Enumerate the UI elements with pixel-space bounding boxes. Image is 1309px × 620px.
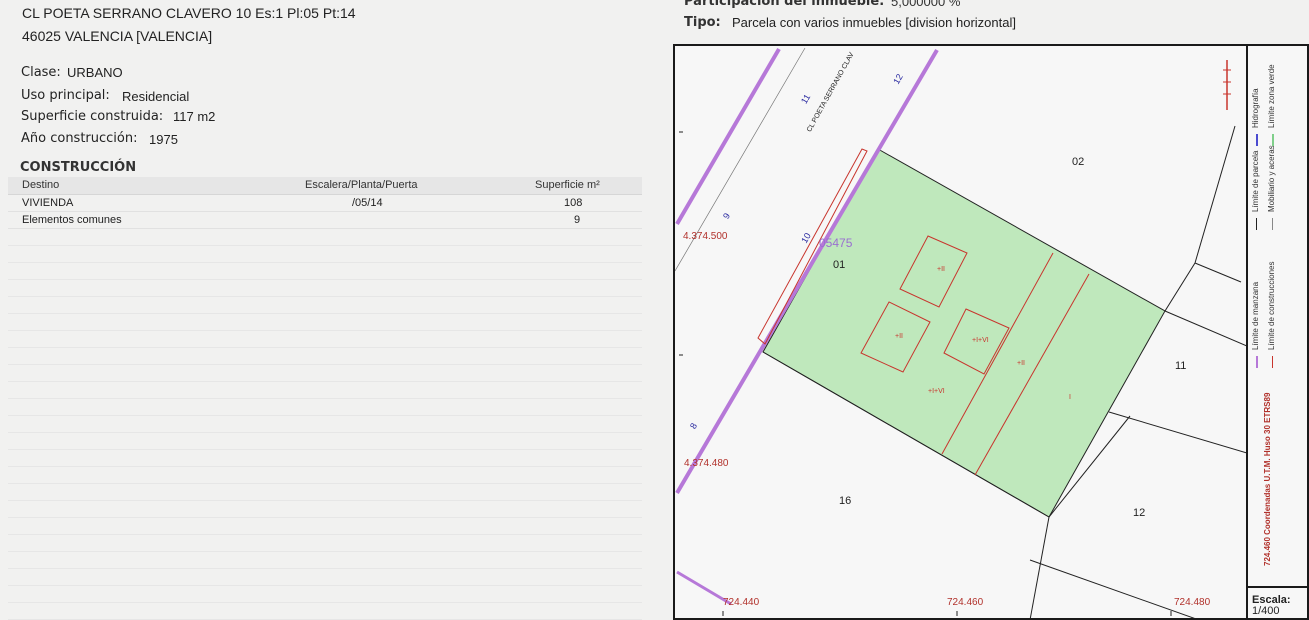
parcel-label: 11 [1175,360,1187,372]
construction-label: I [1069,394,1071,401]
legend-parcela: Límite de parcela [1251,150,1260,212]
table-header: Destino Escalera/Planta/Puerta Superfici… [8,177,642,195]
superficie-label: Superficie construida: [21,109,164,124]
legend-coords: 724.460 Coordenadas U.T.M. Huso 30 ETRS8… [1263,392,1272,566]
empty-row [8,586,642,603]
legend-hidrografia-swatch [1256,134,1258,146]
superficie-value: 117 m2 [173,109,216,124]
uso-value: Residencial [122,89,190,104]
empty-row [8,314,642,331]
north-arrow-icon [1223,60,1231,110]
tipo-label: Tipo: [684,15,721,30]
construccion-title: CONSTRUCCIÓN [20,160,137,175]
participacion-value: 5,000000 % [891,0,961,9]
empty-row [8,433,642,450]
parcel-ref-label: 05475 [819,236,853,250]
table-row: VIVIENDA /05/14 108 [8,195,642,212]
construction-label: +I+VI [972,337,989,344]
uso-label: Uso principal: [21,88,110,103]
construccion-table: Destino Escalera/Planta/Puerta Superfici… [8,177,642,620]
construction-label: +II [1017,360,1025,367]
coord-x-label: 724.440 [723,597,760,608]
cell-superficie: 108 [564,197,583,209]
empty-row [8,348,642,365]
empty-row [8,467,642,484]
table-row: Elementos comunes 9 [8,212,642,229]
participacion-label: Participación del inmueble: [684,0,885,9]
empty-row [8,229,642,246]
legend-manzana-swatch [1256,356,1258,368]
cadastral-map[interactable]: CL POETA SERRANO CLAV 05475 01 02 11 12 … [673,44,1309,620]
tipo-value: Parcela con varios inmuebles [division h… [732,15,1016,30]
coord-y-label: 4.374.480 [684,458,729,469]
empty-row [8,603,642,620]
header-destino: Destino [22,179,60,191]
empty-row [8,246,642,263]
ano-value: 1975 [149,132,178,147]
cell-superficie: 9 [574,214,581,226]
empty-row [8,297,642,314]
legend-mobiliario: Mobiliario y aceras [1267,145,1276,212]
empty-row [8,331,642,348]
legend-manzana: Límite de manzana [1251,281,1260,350]
legend-parcela-swatch [1256,218,1257,230]
parcel-label: 16 [839,495,852,507]
empty-row [8,518,642,535]
coord-y-label: 4.374.500 [683,231,728,242]
empty-row [8,501,642,518]
construction-label: +I+VI [928,388,945,395]
empty-row [8,399,642,416]
empty-row [8,280,642,297]
parcel-label: 02 [1072,156,1085,168]
empty-row [8,416,642,433]
parcel-01-area [762,148,1166,518]
empty-row [8,569,642,586]
empty-row [8,535,642,552]
address-line-1: CL POETA SERRANO CLAVERO 10 Es:1 Pl:05 P… [22,5,356,21]
coord-x-label: 724.460 [947,597,984,608]
address-line-2: 46025 VALENCIA [VALENCIA] [22,28,213,44]
empty-row [8,552,642,569]
empty-row [8,484,642,501]
coord-x-label: 724.480 [1174,597,1211,608]
cell-destino: Elementos comunes [22,214,122,226]
clase-label: Clase: [21,65,61,80]
legend-hidrografia: Hidrografía [1251,88,1260,128]
cell-ubicacion: /05/14 [352,197,383,209]
construction-label: +II [937,266,945,273]
empty-row [8,263,642,280]
clase-value: URBANO [67,65,123,80]
ano-label: Año construcción: [21,131,138,146]
empty-row [8,365,642,382]
cell-destino: VIVIENDA [22,197,74,209]
legend-zona-verde: Límite zona verde [1267,64,1276,128]
legend-zona-verde-swatch [1272,134,1274,146]
empty-row [8,450,642,467]
legend-mobiliario-swatch [1272,218,1273,230]
legend-construcciones: Límite de construcciones [1267,261,1276,351]
scale-value: 1/400 [1252,605,1280,617]
parcel-label: 01 [833,259,846,271]
empty-row [8,382,642,399]
header-superficie: Superficie m² [535,179,600,191]
legend-construcciones-swatch [1272,356,1273,368]
map-canvas [675,47,1247,618]
construction-label: +II [895,333,903,340]
header-ubicacion: Escalera/Planta/Puerta [305,179,418,191]
parcel-label: 12 [1133,507,1146,519]
legend-divider [1246,586,1309,588]
